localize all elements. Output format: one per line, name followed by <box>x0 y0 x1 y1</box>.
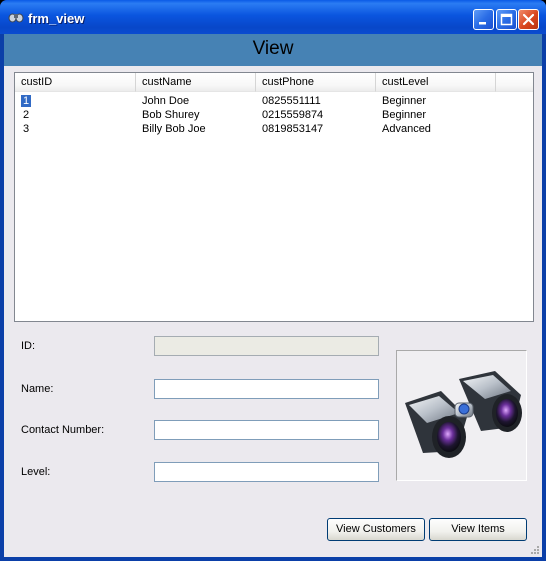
view-items-button[interactable]: View Items <box>429 518 527 541</box>
page-title: View <box>252 38 294 59</box>
row-phone: 0215559874 <box>262 109 324 121</box>
row-name: John Doe <box>142 95 190 107</box>
id-label: ID: <box>21 340 36 352</box>
row-id: 3 <box>23 123 30 135</box>
contact-number-label: Contact Number: <box>21 424 105 436</box>
column-header-filler <box>496 73 533 92</box>
id-field[interactable] <box>154 336 379 356</box>
maximize-icon <box>500 13 513 26</box>
customer-list[interactable]: custID custName custPhone custLevel 1 Jo… <box>14 72 534 322</box>
column-header-custid[interactable]: custID <box>15 73 136 92</box>
level-field[interactable] <box>154 462 379 482</box>
binoculars-icon <box>405 371 522 458</box>
row-level: Beginner <box>382 95 427 107</box>
close-icon <box>522 13 535 26</box>
row-level: Beginner <box>382 109 427 121</box>
app-icon <box>8 13 24 23</box>
resize-grip-icon[interactable] <box>529 544 539 554</box>
level-label: Level: <box>21 466 51 478</box>
row-phone: 0819853147 <box>262 123 324 135</box>
column-header-custphone[interactable]: custPhone <box>256 73 376 92</box>
list-header: custID custName custPhone custLevel <box>15 73 533 93</box>
form-client-area: View custID custName custPhone custLevel… <box>4 34 542 557</box>
header-band: View <box>4 34 542 66</box>
row-phone: 0825551111 <box>262 95 321 107</box>
row-name: Bob Shurey <box>142 109 200 121</box>
contact-number-field[interactable] <box>154 420 379 440</box>
row-id: 2 <box>23 109 30 121</box>
column-header-custname[interactable]: custName <box>136 73 256 92</box>
close-button[interactable] <box>518 9 539 30</box>
title-bar[interactable]: frm_view <box>0 0 546 34</box>
minimize-button[interactable] <box>473 9 494 30</box>
row-level: Advanced <box>382 123 431 135</box>
table-row[interactable]: 1 John Doe 0825551111 Beginner <box>15 94 533 108</box>
column-header-custlevel[interactable]: custLevel <box>376 73 496 92</box>
picture-box <box>396 350 527 481</box>
name-field[interactable] <box>154 379 379 399</box>
table-row[interactable]: 2 Bob Shurey 0215559874 Beginner <box>15 108 533 122</box>
minimize-icon <box>479 22 486 25</box>
window-title: frm_view <box>28 11 85 26</box>
table-row[interactable]: 3 Billy Bob Joe 0819853147 Advanced <box>15 122 533 136</box>
view-customers-button[interactable]: View Customers <box>327 518 425 541</box>
name-label: Name: <box>21 383 54 395</box>
row-id: 1 <box>21 95 32 107</box>
maximize-button[interactable] <box>496 9 517 30</box>
row-name: Billy Bob Joe <box>142 123 206 135</box>
app-window: frm_view View custID custName custPhone … <box>0 0 546 561</box>
